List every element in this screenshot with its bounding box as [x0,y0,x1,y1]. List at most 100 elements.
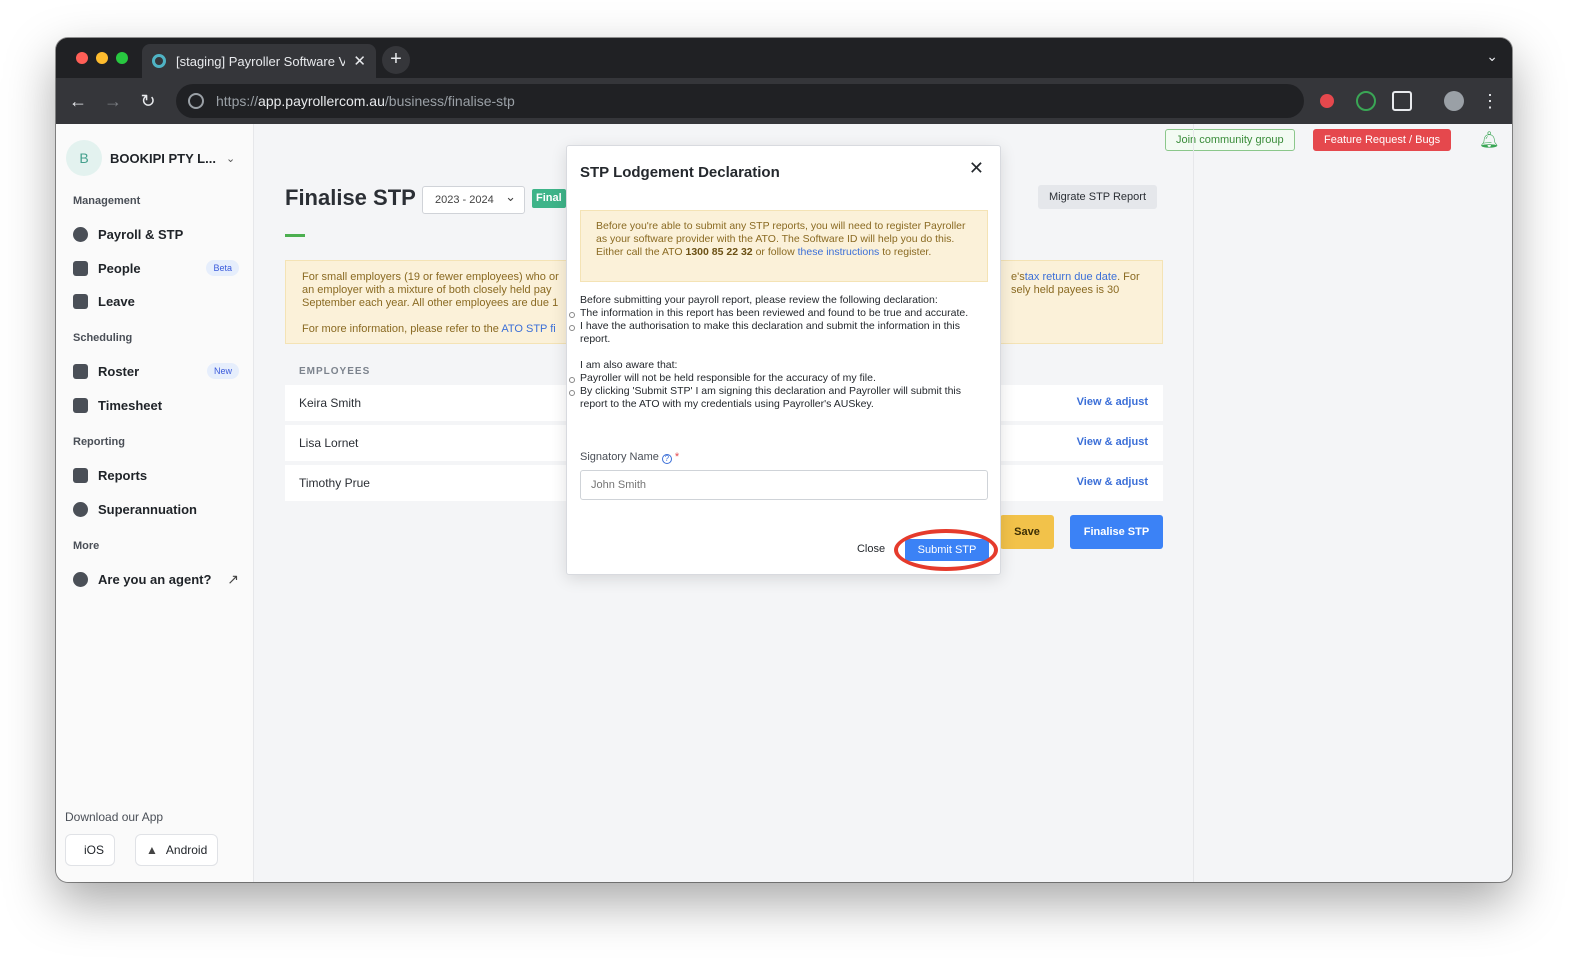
question-icon [73,571,88,587]
address-bar[interactable]: https://app.payrollercom.au/business/fin… [176,84,1304,118]
grammarly-icon[interactable] [1356,91,1376,111]
highlight-circle [894,529,998,571]
registration-warning: Before you're able to submit any STP rep… [580,210,988,282]
employee-name: Keira Smith [299,396,362,410]
sidebar-item-label: Roster [98,363,140,379]
new-badge: New [206,363,239,379]
business-name: BOOKIPI PTY L... [110,150,216,166]
divider [1193,124,1194,882]
signatory-name-input[interactable] [580,470,988,500]
document-icon [73,467,88,483]
people-icon [73,260,88,276]
status-badge: Final [532,189,566,208]
close-button[interactable]: Close [849,538,893,560]
briefcase-icon [73,293,88,309]
title-underline [285,234,305,237]
stp-declaration-modal: STP Lodgement Declaration ✕ Before you'r… [566,145,1001,575]
sidebar-item-superannuation[interactable]: Superannuation [73,496,239,522]
android-button[interactable]: ▲ Android [135,834,219,866]
ios-label: iOS [84,843,105,857]
instructions-link[interactable]: these instructions [798,246,880,258]
calendar-icon [73,363,88,379]
piggy-bank-icon [73,501,88,517]
browser-tab[interactable]: [staging] Payroller Software V ✕ [142,44,376,78]
migrate-stp-button[interactable]: Migrate STP Report [1038,185,1158,209]
business-switcher[interactable]: B BOOKIPI PTY L... ⌄ [66,140,235,176]
sidebar-item-agent[interactable]: Are you an agent? ↗ [73,566,239,592]
employees-header: EMPLOYEES [299,366,371,377]
reload-icon[interactable]: ↻ [136,89,160,113]
section-scheduling: Scheduling [73,332,133,344]
modal-title: STP Lodgement Declaration [580,164,780,181]
ato-stp-link[interactable]: ATO STP fi [501,323,555,335]
sidebar-item-reports[interactable]: Reports [73,462,239,488]
list-item: Payroller will not be held responsible f… [569,372,990,385]
extension-icon[interactable] [1320,94,1334,108]
sidebar-item-label: Superannuation [98,501,197,517]
maximize-window-button[interactable] [116,52,128,64]
list-item: I have the authorisation to make this de… [569,320,990,346]
close-window-button[interactable] [76,52,88,64]
sidebar-item-label: People [98,260,141,276]
tab-title: [staging] Payroller Software V [176,53,346,69]
declaration-text: Before submitting your payroll report, p… [569,294,990,411]
external-link-icon: ↗ [227,570,239,587]
sidebar-item-payroll[interactable]: Payroll & STP [73,221,239,247]
employee-name: Lisa Lornet [299,436,359,450]
finalise-stp-button[interactable]: Finalise STP [1070,515,1163,549]
browser-window: [staging] Payroller Software V ✕ + ⌄ ← →… [56,38,1512,882]
android-label: Android [165,843,208,857]
signatory-label: Signatory Name? * [580,451,680,464]
sidebar-item-label: Leave [98,293,135,309]
url-text: https://app.payrollercom.au/business/fin… [216,93,515,109]
ios-button[interactable]: iOS [65,834,116,866]
profile-avatar-icon[interactable] [1444,91,1464,111]
sidebar-item-leave[interactable]: Leave [73,288,239,314]
employee-name: Timothy Prue [299,476,370,490]
sidebar-item-label: Payroll & STP [98,226,184,242]
favicon-icon [152,54,166,68]
section-more: More [73,540,100,552]
navigation-bar: ← → ↻ https://app.payrollercom.au/busine… [56,78,1512,124]
payroll-icon [73,226,88,242]
section-reporting: Reporting [73,436,125,448]
forward-icon[interactable]: → [101,89,125,113]
declaration-intro: Before submitting your payroll report, p… [580,294,938,306]
tab-search-icon[interactable]: ⌄ [1486,48,1498,65]
minimize-window-button[interactable] [96,52,108,64]
list-item: The information in this report has been … [569,307,990,320]
business-avatar: B [66,140,102,176]
new-tab-button[interactable]: + [382,46,410,74]
sidebar: B BOOKIPI PTY L... ⌄ Management Payroll … [56,124,254,882]
aware-heading: I am also aware that: [580,359,678,371]
view-adjust-link[interactable]: View & adjust [1077,436,1148,448]
page-title: Finalise STP [285,185,416,210]
close-tab-icon[interactable]: ✕ [353,52,366,70]
join-community-button[interactable]: Join community group [1165,129,1295,151]
android-icon: ▲ [146,843,158,857]
tax-return-link[interactable]: tax return due date [1025,271,1117,283]
bell-icon[interactable]: 🔔︎ [1479,130,1499,150]
beta-badge: Beta [206,260,239,276]
close-icon[interactable]: ✕ [969,158,984,179]
help-icon[interactable]: ? [661,454,672,464]
feature-request-button[interactable]: Feature Request / Bugs [1313,129,1452,151]
app-area: B BOOKIPI PTY L... ⌄ Management Payroll … [56,124,1512,882]
sidebar-item-label: Reports [98,467,148,483]
chevron-down-icon: ⌄ [225,152,236,165]
save-button[interactable]: Save [1000,515,1054,549]
list-item: By clicking 'Submit STP' I am signing th… [569,385,990,411]
sidebar-item-roster[interactable]: Roster New [73,358,239,384]
sidebar-item-timesheet[interactable]: Timesheet [73,392,239,418]
site-info-icon[interactable] [188,93,204,109]
back-icon[interactable]: ← [66,89,90,113]
sidebar-item-label: Timesheet [98,397,163,413]
sidebar-item-people[interactable]: People Beta [73,255,239,281]
tab-bar: [staging] Payroller Software V ✕ + ⌄ [56,38,1512,78]
view-adjust-link[interactable]: View & adjust [1077,396,1148,408]
download-app-label: Download our App [65,810,164,824]
view-adjust-link[interactable]: View & adjust [1077,476,1148,488]
browser-menu-icon[interactable]: ⋮ [1478,89,1502,113]
extensions-puzzle-icon[interactable] [1392,91,1412,111]
year-select[interactable]: 2023 - 2024 [422,184,525,214]
